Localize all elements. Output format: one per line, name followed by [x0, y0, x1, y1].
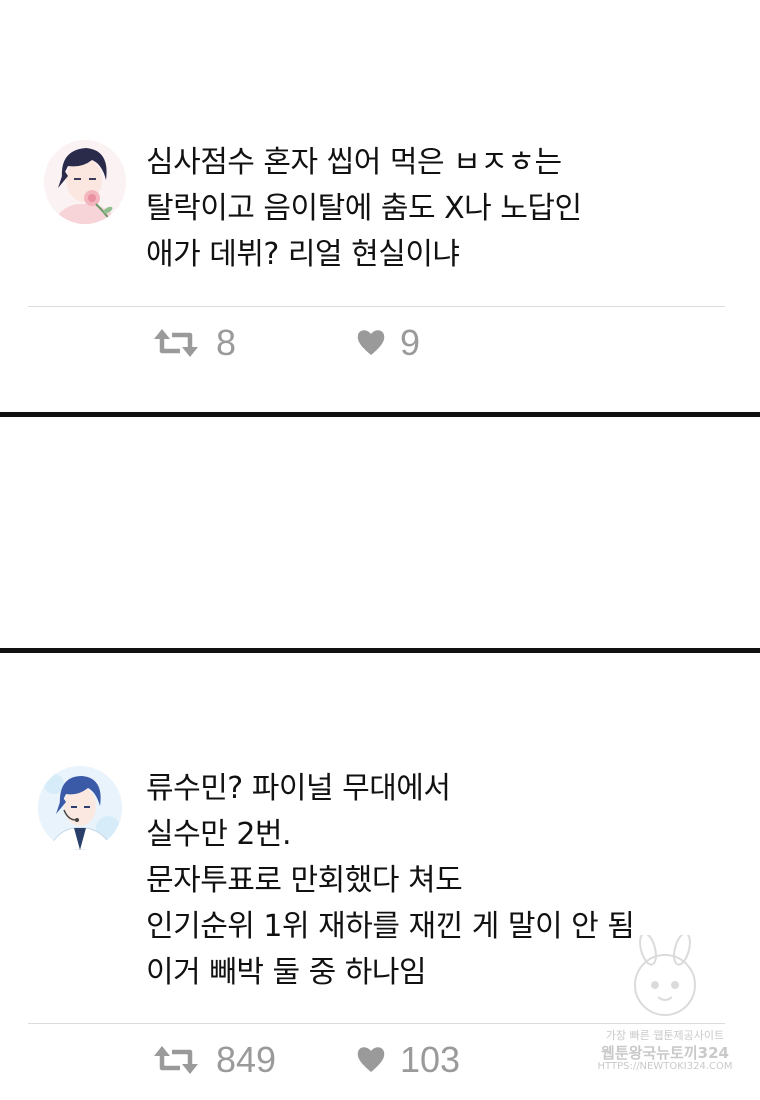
watermark-line: 가장 빠른 웹툰제공사이트: [605, 1029, 725, 1042]
retweet-button[interactable]: 849: [150, 1040, 276, 1080]
tweet-line: 인기순위 1위 재하를 재낀 게 말이 안 됨: [146, 909, 635, 944]
avatar-illustration: [38, 766, 122, 850]
retweet-button[interactable]: 8: [150, 323, 236, 363]
like-count: 103: [400, 1039, 461, 1080]
mascot-watermark-icon: [634, 932, 696, 1016]
heart-icon: [357, 1047, 385, 1072]
tweet-line: 류수민? 파이널 무대에서: [146, 771, 451, 806]
retweet-icon: [154, 1046, 198, 1074]
tweet-line: 애가 데뷔? 리얼 현실이냐: [146, 237, 460, 272]
tweet-line: 실수만 2번.: [146, 817, 292, 852]
like-count: 9: [400, 322, 421, 363]
site-watermark: 가장 빠른 웹툰제공사이트 웹툰왕국뉴토끼324 HTTPS://NEWTOKI…: [590, 932, 740, 1085]
watermark-line: 웹툰왕국뉴토끼324: [601, 1044, 729, 1062]
retweet-count: 8: [216, 322, 237, 363]
tweet-card-1: 심사점수 혼자 씹어 먹은 ㅂㅈㅎ는 탈락이고 음이탈에 춤도 X나 노답인 애…: [0, 0, 760, 412]
tweet-line: 이거 빼박 둘 중 하나임: [146, 955, 427, 990]
panel-border: [0, 412, 760, 417]
retweet-icon: [154, 329, 198, 357]
tweet-line: 탈락이고 음이탈에 춤도 X나 노답인: [146, 191, 582, 226]
panel-border: [0, 648, 760, 653]
watermark-line: HTTPS://NEWTOKI324.COM: [597, 1061, 733, 1072]
retweet-count: 849: [216, 1039, 277, 1080]
tweet-line: 문자투표로 만회했다 쳐도: [146, 863, 463, 898]
blank-panel: [0, 418, 760, 648]
tweet-text: 류수민? 파이널 무대에서 실수만 2번. 문자투표로 만회했다 쳐도 인기순위…: [146, 766, 635, 996]
tweet-line: 심사점수 혼자 씹어 먹은 ㅂㅈㅎ는: [146, 145, 562, 180]
tweet-text: 심사점수 혼자 씹어 먹은 ㅂㅈㅎ는 탈락이고 음이탈에 춤도 X나 노답인 애…: [146, 140, 582, 278]
avatar[interactable]: [44, 140, 126, 224]
like-button[interactable]: 9: [356, 323, 420, 363]
avatar[interactable]: [38, 766, 122, 850]
divider: [28, 306, 725, 307]
avatar-illustration: [44, 140, 126, 224]
heart-icon: [357, 330, 385, 355]
like-button[interactable]: 103: [356, 1040, 460, 1080]
